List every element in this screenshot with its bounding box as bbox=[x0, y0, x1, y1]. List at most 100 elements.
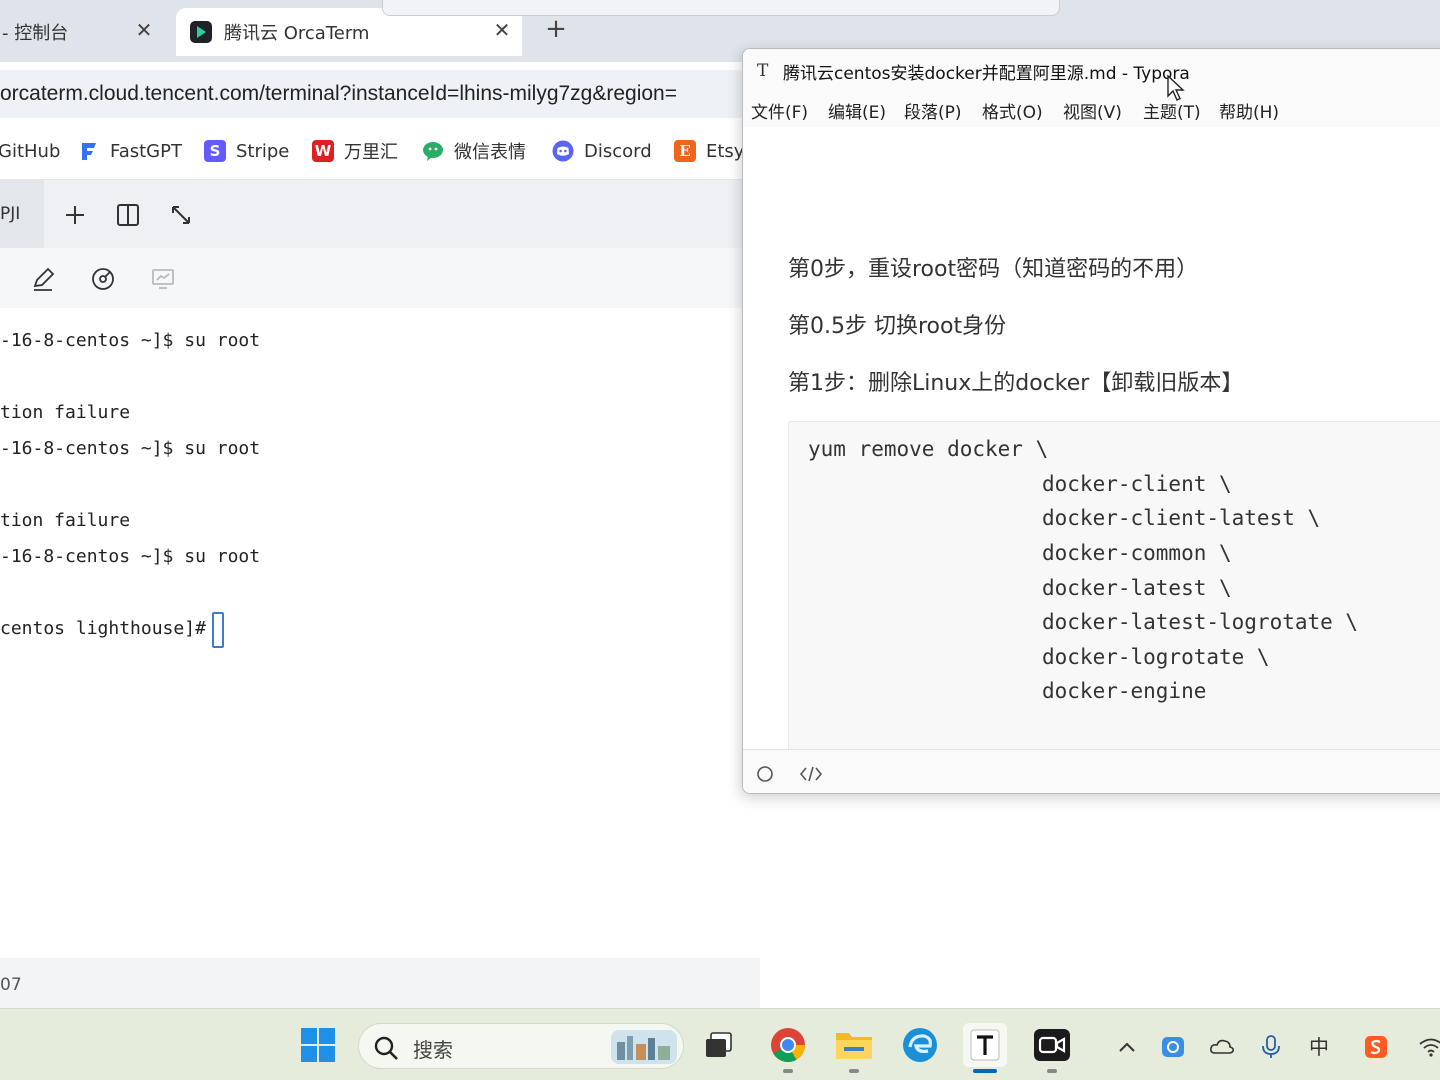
new-tab-button[interactable]: + bbox=[544, 16, 568, 42]
terminal-prompt: centos lighthouse]# bbox=[0, 618, 217, 639]
code-line: docker-engine bbox=[1042, 679, 1207, 703]
tab-label: - 控制台 bbox=[2, 23, 69, 44]
fullscreen-icon[interactable] bbox=[168, 202, 194, 228]
bookmark-label: Stripe bbox=[236, 140, 290, 162]
edge-taskbar-button[interactable] bbox=[898, 1023, 942, 1067]
chrome-taskbar-button[interactable] bbox=[766, 1023, 810, 1073]
edit-icon[interactable] bbox=[30, 266, 56, 292]
search-placeholder: 搜索 bbox=[413, 1038, 453, 1062]
menu-file[interactable]: 文件(F) bbox=[751, 98, 808, 123]
file-explorer-taskbar-button[interactable] bbox=[832, 1023, 876, 1073]
bookmark-label: FastGPT bbox=[110, 140, 182, 162]
orcaterm-status-bar: 07 bbox=[0, 958, 760, 1008]
bookmark-github[interactable]: GitHub bbox=[0, 138, 60, 164]
running-indicator bbox=[783, 1069, 793, 1073]
orcaterm-subbar bbox=[0, 248, 760, 308]
terminal-line: -16-8-centos ~]$ su root bbox=[0, 438, 261, 459]
onedrive-cloud-icon[interactable] bbox=[1209, 1035, 1235, 1059]
menu-edit[interactable]: 编辑(E) bbox=[828, 98, 886, 123]
source-code-mode-icon[interactable] bbox=[799, 764, 823, 784]
typora-logo-icon: T bbox=[757, 61, 769, 81]
ime-indicator[interactable]: 中 bbox=[1306, 1035, 1332, 1059]
tab-label: 腾讯云 OrcaTerm bbox=[224, 23, 370, 44]
bookmark-label: 万里汇 bbox=[344, 142, 398, 163]
bookmark-label: Discord bbox=[584, 140, 652, 162]
worldfirst-icon: W bbox=[312, 140, 334, 162]
code-line: docker-common \ bbox=[1042, 541, 1232, 565]
search-icon bbox=[374, 1036, 398, 1060]
markdown-editor[interactable]: 第0步，重设root密码（知道密码的不用） 第0.5步 切换root身份 第1步… bbox=[743, 127, 1440, 761]
paragraph: 第0步，重设root密码（知道密码的不用） bbox=[788, 257, 1199, 282]
window-title: 腾讯云centos安装docker并配置阿里源.md - Typora bbox=[783, 64, 1190, 84]
typora-title-bar[interactable]: T 腾讯云centos安装docker并配置阿里源.md - Typora bbox=[743, 49, 1440, 93]
bookmark-label: GitHub bbox=[0, 140, 61, 162]
terminal-output[interactable]: -16-8-centos ~]$ su root tion failure -1… bbox=[0, 308, 760, 958]
outline-toggle-icon[interactable] bbox=[756, 765, 774, 783]
tray-app-icon[interactable] bbox=[1160, 1035, 1186, 1059]
split-view-icon[interactable] bbox=[115, 202, 141, 228]
typora-window[interactable]: T 腾讯云centos安装docker并配置阿里源.md - Typora 文件… bbox=[742, 48, 1440, 794]
menu-paragraph[interactable]: 段落(P) bbox=[904, 98, 962, 123]
dashboard-icon[interactable] bbox=[90, 266, 116, 292]
screen-recorder-taskbar-button[interactable] bbox=[1030, 1023, 1074, 1073]
menu-format[interactable]: 格式(O) bbox=[982, 98, 1043, 123]
code-line: docker-client-latest \ bbox=[1042, 506, 1321, 530]
bookmark-label: Etsy bbox=[706, 140, 745, 162]
menu-help[interactable]: 帮助(H) bbox=[1219, 98, 1279, 123]
taskbar-search-box[interactable]: 搜索 bbox=[358, 1023, 684, 1069]
discord-icon bbox=[552, 140, 574, 162]
typora-status-bar bbox=[743, 749, 1440, 793]
code-line: docker-latest-logrotate \ bbox=[1042, 610, 1359, 634]
paragraph: 第1步：删除Linux上的docker【卸载旧版本】 bbox=[788, 371, 1244, 396]
camera-icon bbox=[1034, 1029, 1070, 1061]
microphone-icon[interactable] bbox=[1258, 1035, 1284, 1059]
session-tab[interactable]: PJI bbox=[0, 180, 44, 248]
task-view-icon bbox=[706, 1032, 732, 1057]
monitor-icon bbox=[152, 269, 174, 289]
tab-console[interactable]: - 控制台 ✕ bbox=[0, 8, 170, 56]
chevron-up-icon[interactable] bbox=[1114, 1035, 1140, 1059]
etsy-icon: E bbox=[674, 140, 696, 162]
wechat-icon bbox=[423, 142, 443, 161]
wifi-icon[interactable] bbox=[1418, 1035, 1440, 1059]
sogou-input-icon[interactable] bbox=[1363, 1035, 1389, 1059]
bookmark-label: 微信表情 bbox=[454, 142, 526, 163]
floating-window-edge bbox=[382, 0, 1060, 16]
terminal-line: tion failure bbox=[0, 510, 131, 531]
bookmark-worldfirst[interactable]: W 万里汇 bbox=[312, 138, 398, 164]
chrome-icon bbox=[771, 1028, 805, 1062]
bookmark-stripe[interactable]: S Stripe bbox=[204, 138, 289, 164]
stripe-icon: S bbox=[204, 140, 226, 162]
terminal-cursor bbox=[212, 612, 224, 648]
search-highlight-illustration-icon bbox=[611, 1030, 677, 1064]
code-block[interactable]: yum remove docker \ docker-client \ dock… bbox=[788, 421, 1440, 761]
fastgpt-icon bbox=[82, 143, 96, 160]
orcaterm-toolbar: PJI bbox=[0, 180, 760, 248]
bookmark-fastgpt[interactable]: FastGPT bbox=[78, 138, 182, 164]
terminal-line: -16-8-centos ~]$ su root bbox=[0, 546, 261, 567]
typora-menu-bar: 文件(F) 编辑(E) 段落(P) 格式(O) 视图(V) 主题(T) 帮助(H… bbox=[743, 93, 1440, 127]
menu-view[interactable]: 视图(V) bbox=[1063, 98, 1122, 123]
task-view-button[interactable] bbox=[697, 1023, 741, 1067]
code-line: yum remove docker \ bbox=[808, 437, 1049, 461]
orcaterm-favicon-icon bbox=[190, 21, 212, 43]
mouse-pointer-icon bbox=[1167, 74, 1185, 101]
tab-close-icon[interactable]: ✕ bbox=[492, 20, 512, 40]
bookmark-etsy[interactable]: E Etsy bbox=[674, 138, 744, 164]
running-indicator bbox=[849, 1069, 859, 1073]
folder-icon bbox=[836, 1033, 872, 1059]
add-session-icon[interactable] bbox=[62, 202, 88, 228]
typora-taskbar-button[interactable] bbox=[963, 1023, 1007, 1073]
running-indicator bbox=[973, 1069, 997, 1073]
taskbar: 搜索 中 bbox=[0, 1008, 1440, 1080]
terminal-line: -16-8-centos ~]$ su root bbox=[0, 330, 261, 351]
start-button[interactable] bbox=[296, 1023, 340, 1067]
code-line: docker-logrotate \ bbox=[1042, 645, 1270, 669]
bookmark-discord[interactable]: Discord bbox=[552, 138, 652, 164]
tab-close-icon[interactable]: ✕ bbox=[134, 20, 154, 40]
url-input[interactable]: orcaterm.cloud.tencent.com/terminal?inst… bbox=[0, 70, 760, 118]
bookmark-wechat-stickers[interactable]: 微信表情 bbox=[422, 138, 526, 164]
code-line: docker-latest \ bbox=[1042, 576, 1232, 600]
edge-icon bbox=[903, 1028, 937, 1062]
terminal-line: tion failure bbox=[0, 402, 131, 423]
